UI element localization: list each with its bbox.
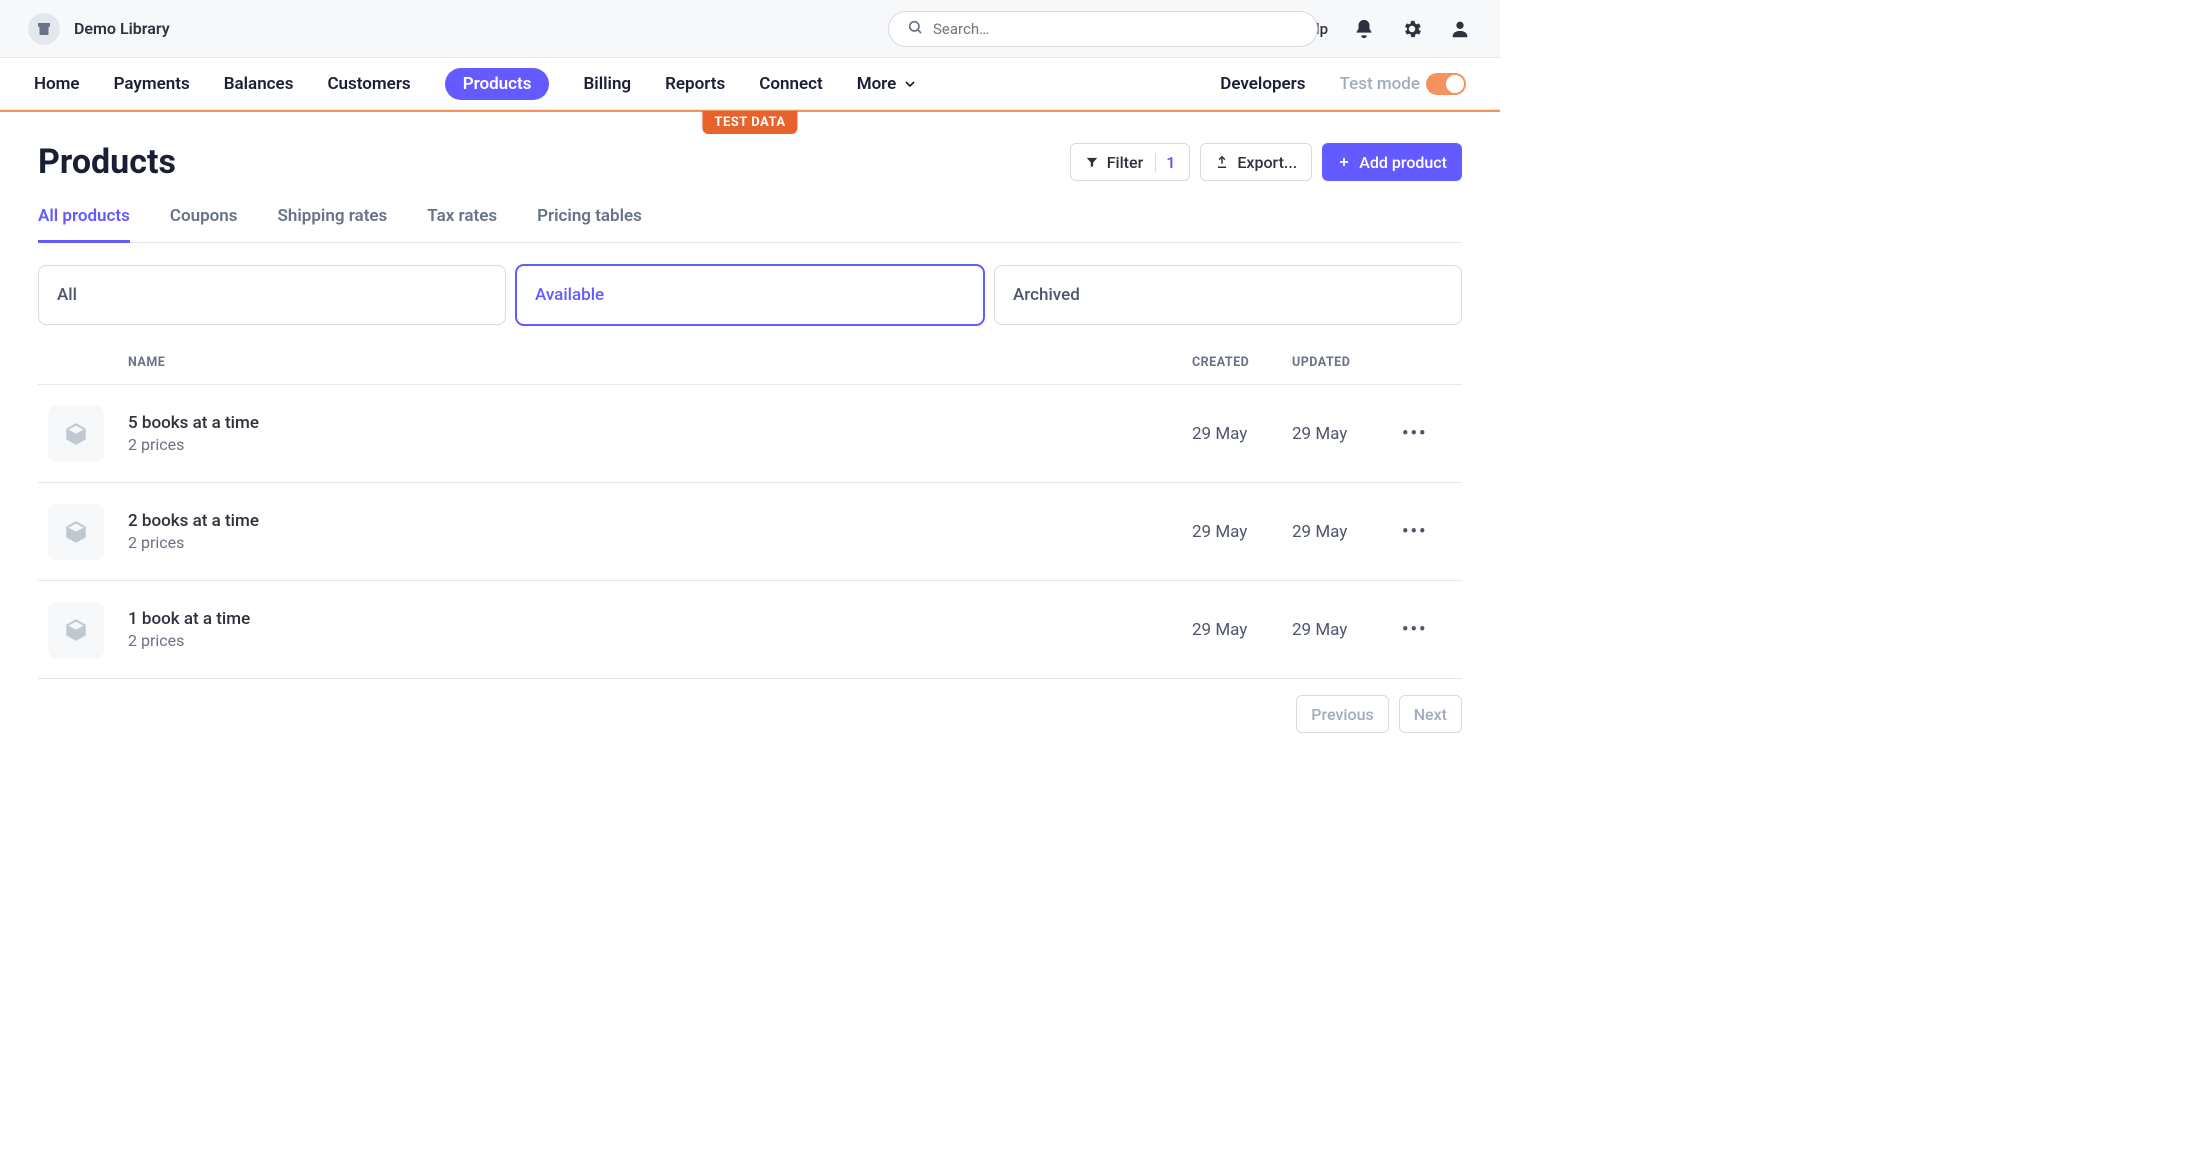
chevron-down-icon (902, 76, 918, 92)
more-icon[interactable]: ••• (1402, 423, 1427, 444)
filter-label: Filter (1107, 153, 1144, 172)
filter-icon (1085, 155, 1099, 169)
created-date: 29 May (1192, 620, 1292, 640)
col-created: CREATED (1192, 355, 1292, 370)
tab-pricing-tables[interactable]: Pricing tables (537, 206, 642, 242)
package-icon (48, 406, 104, 462)
tab-coupons[interactable]: Coupons (170, 206, 238, 242)
navbar: Home Payments Balances Customers Product… (0, 58, 1500, 110)
segment-archived[interactable]: Archived (994, 265, 1462, 325)
search-input[interactable] (933, 20, 1299, 38)
page-header: Products Filter 1 Export... Add product (38, 142, 1462, 182)
tab-shipping-rates[interactable]: Shipping rates (278, 206, 388, 242)
updated-date: 29 May (1292, 620, 1402, 640)
store-icon (28, 13, 60, 45)
nav-customers[interactable]: Customers (327, 74, 410, 94)
product-name: 2 books at a time (128, 511, 1192, 531)
test-mode-label: Test mode (1340, 74, 1420, 94)
brand-name: Demo Library (74, 19, 170, 38)
nav-more[interactable]: More (857, 74, 919, 94)
pagination: Previous Next (38, 695, 1462, 733)
updated-date: 29 May (1292, 522, 1402, 542)
nav-products[interactable]: Products (445, 68, 550, 100)
segment-all[interactable]: All (38, 265, 506, 325)
nav-right: Developers Test mode (1220, 73, 1466, 95)
toggle-icon (1426, 73, 1466, 95)
created-date: 29 May (1192, 522, 1292, 542)
topbar: Demo Library Create ? Help (0, 0, 1500, 58)
page-title: Products (38, 142, 176, 182)
search-input-wrapper[interactable] (888, 11, 1318, 47)
nav-balances[interactable]: Balances (224, 74, 294, 94)
nav-payments[interactable]: Payments (114, 74, 190, 94)
test-mode-toggle[interactable]: Test mode (1340, 73, 1466, 95)
brand[interactable]: Demo Library (28, 13, 170, 45)
table-row[interactable]: 2 books at a time 2 prices 29 May 29 May… (38, 483, 1462, 581)
updated-date: 29 May (1292, 424, 1402, 444)
filter-count: 1 (1155, 153, 1175, 172)
table-head: NAME CREATED UPDATED (38, 355, 1462, 385)
package-icon (48, 602, 104, 658)
created-date: 29 May (1192, 424, 1292, 444)
add-product-label: Add product (1359, 153, 1447, 172)
more-icon[interactable]: ••• (1402, 619, 1427, 640)
export-icon (1215, 155, 1229, 169)
content: Products Filter 1 Export... Add product … (0, 112, 1500, 773)
page-actions: Filter 1 Export... Add product (1070, 143, 1462, 181)
next-button[interactable]: Next (1399, 695, 1462, 733)
filter-button[interactable]: Filter 1 (1070, 143, 1191, 181)
export-button[interactable]: Export... (1200, 143, 1312, 181)
nav-reports[interactable]: Reports (665, 74, 725, 94)
package-icon (48, 504, 104, 560)
bell-icon[interactable] (1352, 17, 1376, 41)
status-segments: All Available Archived (38, 265, 1462, 325)
nav-billing[interactable]: Billing (583, 74, 631, 94)
product-name: 1 book at a time (128, 609, 1192, 629)
table-row[interactable]: 5 books at a time 2 prices 29 May 29 May… (38, 385, 1462, 483)
more-icon[interactable]: ••• (1402, 521, 1427, 542)
product-name: 5 books at a time (128, 413, 1192, 433)
product-sub: 2 prices (128, 435, 1192, 454)
product-table: NAME CREATED UPDATED 5 books at a time 2… (38, 355, 1462, 679)
search-icon (907, 19, 923, 39)
prev-button[interactable]: Previous (1296, 695, 1388, 733)
nav-developers[interactable]: Developers (1220, 74, 1305, 94)
tab-all-products[interactable]: All products (38, 206, 130, 243)
user-icon[interactable] (1448, 17, 1472, 41)
product-sub: 2 prices (128, 631, 1192, 650)
product-sub: 2 prices (128, 533, 1192, 552)
add-product-button[interactable]: Add product (1322, 143, 1462, 181)
nav-home[interactable]: Home (34, 74, 80, 94)
segment-available[interactable]: Available (516, 265, 984, 325)
nav-more-label: More (857, 74, 897, 94)
subtabs: All products Coupons Shipping rates Tax … (38, 206, 1462, 243)
plus-icon (1337, 155, 1351, 169)
table-row[interactable]: 1 book at a time 2 prices 29 May 29 May … (38, 581, 1462, 679)
nav-connect[interactable]: Connect (759, 74, 822, 94)
export-label: Export... (1237, 153, 1297, 172)
tab-tax-rates[interactable]: Tax rates (427, 206, 497, 242)
col-updated: UPDATED (1292, 355, 1402, 370)
col-name: NAME (128, 355, 1192, 370)
gear-icon[interactable] (1400, 17, 1424, 41)
